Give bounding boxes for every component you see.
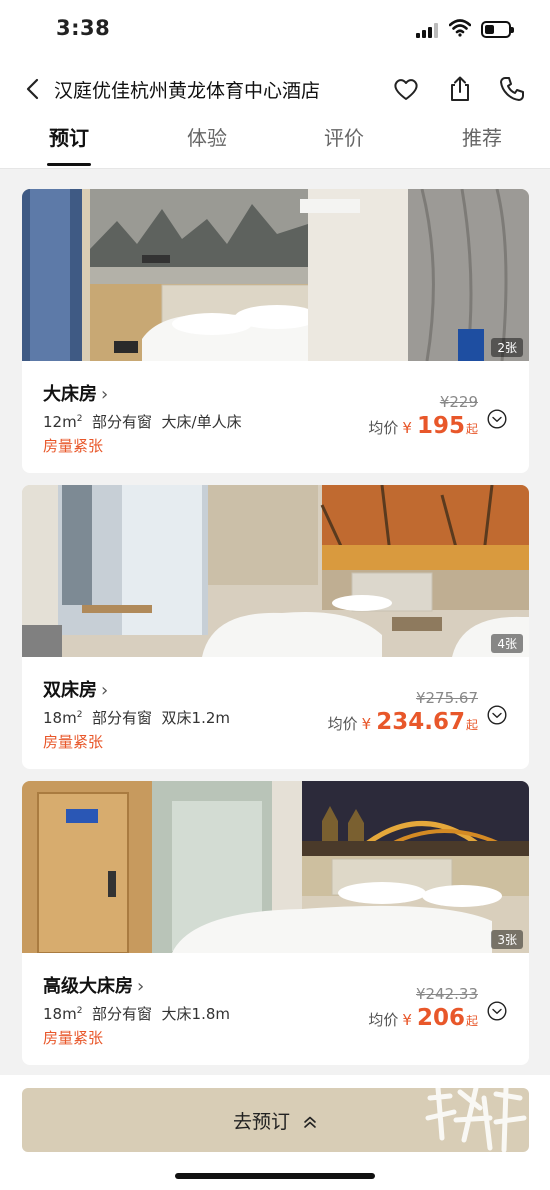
room-bed: 大床1.8m (161, 1005, 231, 1023)
hotel-title: 汉庭优佳杭州黄龙体育中心酒店 (54, 80, 321, 102)
price-label: 均价 (327, 715, 358, 733)
availability-status: 房量紧张 (43, 437, 104, 455)
price-value: 234.67 (376, 709, 465, 735)
price-line: 均价 ¥ 195起 (368, 413, 478, 439)
header: 汉庭优佳杭州黄龙体育中心酒店 预订 体验 评价 推荐 (0, 60, 550, 169)
room-window: 部分有窗 (91, 709, 152, 727)
expand-circle-icon[interactable] (487, 409, 507, 429)
tab-booking[interactable]: 预订 (24, 122, 114, 151)
original-price: ¥229 (439, 393, 478, 411)
room-window: 部分有窗 (91, 413, 152, 431)
currency: ¥ (361, 715, 372, 733)
price-value: 195 (416, 413, 465, 439)
room-area: 12m (43, 413, 77, 431)
expand-circle-icon[interactable] (487, 705, 507, 725)
battery-icon (481, 21, 514, 38)
chevron-right-icon: › (101, 384, 109, 405)
price-label: 均价 (368, 1011, 399, 1029)
phone-icon[interactable] (497, 74, 527, 104)
share-icon[interactable] (445, 74, 475, 104)
price-suffix: 起 (465, 422, 478, 436)
wifi-icon (449, 19, 471, 37)
room-photo[interactable]: 4张 (22, 485, 529, 657)
price-suffix: 起 (465, 718, 478, 732)
double-chevron-up-icon (304, 1116, 316, 1128)
room-bed: 大床/单人床 (161, 413, 242, 431)
room-card[interactable]: 4张 双床房 › 18m2 部分有窗 双床1.2m 房量紧张 ¥275.67 均价… (22, 485, 529, 769)
tab-recommend[interactable]: 推荐 (437, 122, 527, 151)
room-meta: 12m2 部分有窗 大床/单人床 (43, 411, 242, 432)
tab-reviews[interactable]: 评价 (299, 122, 389, 151)
price-suffix: 起 (465, 1014, 478, 1028)
bed-count-badge: 2张 (491, 338, 523, 357)
back-icon[interactable] (22, 77, 44, 101)
room-card[interactable]: 3张 高级大床房 › 18m2 部分有窗 大床1.8m 房量紧张 ¥242.33 … (22, 781, 529, 1065)
room-name-text: 高级大床房 (43, 976, 133, 997)
room-meta: 18m2 部分有窗 大床1.8m (43, 1003, 230, 1024)
active-tab-indicator (47, 163, 91, 166)
room-area: 18m (43, 1005, 77, 1023)
price-value: 206 (416, 1005, 465, 1031)
room-photo[interactable]: 3张 (22, 781, 529, 953)
original-price: ¥275.67 (415, 689, 478, 707)
availability-status: 房量紧张 (43, 733, 104, 751)
room-bed: 双床1.2m (161, 709, 231, 727)
bed-count-badge: 4张 (491, 634, 523, 653)
availability-status: 房量紧张 (43, 1029, 104, 1047)
room-name[interactable]: 大床房 › (43, 380, 108, 406)
signal-icon (416, 22, 440, 38)
price-line: 均价 ¥ 206起 (368, 1005, 478, 1031)
bed-count-badge: 3张 (491, 930, 523, 949)
tab-bar: 预订 体验 评价 推荐 (0, 122, 550, 168)
expand-circle-icon[interactable] (487, 1001, 507, 1021)
price-label: 均价 (368, 419, 399, 437)
room-name-text: 大床房 (43, 384, 97, 405)
room-name[interactable]: 高级大床房 › (43, 972, 144, 998)
original-price: ¥242.33 (415, 985, 478, 1003)
status-bar: 3:38 (0, 0, 550, 60)
currency: ¥ (402, 419, 412, 437)
book-label-text: 去预订 (232, 1111, 290, 1133)
room-photo[interactable]: 2张 (22, 189, 529, 361)
home-indicator (175, 1173, 375, 1179)
room-window: 部分有窗 (91, 1005, 152, 1023)
heart-icon[interactable] (391, 74, 421, 104)
room-name[interactable]: 双床房 › (43, 676, 108, 702)
watermark-logo (425, 1085, 527, 1153)
chevron-right-icon: › (101, 680, 109, 701)
tab-experience[interactable]: 体验 (162, 122, 252, 151)
room-name-text: 双床房 (43, 680, 97, 701)
area-unit: 2 (76, 414, 83, 424)
room-area: 18m (43, 709, 77, 727)
status-time: 3:38 (56, 16, 111, 40)
room-meta: 18m2 部分有窗 双床1.2m (43, 707, 230, 728)
area-unit: 2 (76, 710, 83, 720)
room-card[interactable]: 2张 大床房 › 12m2 部分有窗 大床/单人床 房量紧张 ¥229 均价 ¥ 1… (22, 189, 529, 473)
chevron-right-icon: › (137, 976, 145, 997)
price-line: 均价 ¥ 234.67起 (328, 709, 478, 735)
area-unit: 2 (76, 1006, 83, 1016)
currency: ¥ (402, 1011, 412, 1029)
